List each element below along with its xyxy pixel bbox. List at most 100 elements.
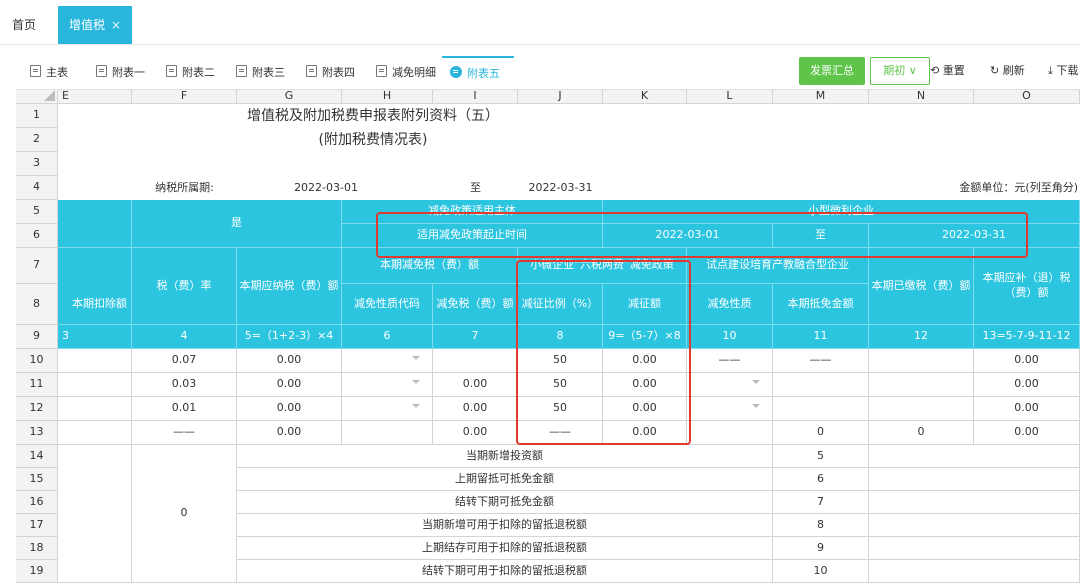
row-header[interactable]: 10 bbox=[16, 349, 58, 373]
col-header[interactable]: J bbox=[518, 90, 603, 104]
col-header[interactable]: H bbox=[342, 90, 433, 104]
initial-dropdown[interactable]: 期初 ∨ bbox=[870, 57, 930, 85]
col-number: 10 bbox=[687, 325, 773, 349]
row-header[interactable]: 1 bbox=[16, 104, 58, 128]
supplement-cell[interactable]: 0.00 bbox=[974, 421, 1080, 445]
row-header[interactable]: 19 bbox=[16, 560, 58, 583]
tab-vat[interactable]: 增值税 × bbox=[58, 6, 132, 44]
row-header[interactable]: 18 bbox=[16, 537, 58, 560]
row-header[interactable]: 14 bbox=[16, 445, 58, 468]
supplement-cell[interactable]: 0.00 bbox=[974, 397, 1080, 421]
payable-cell[interactable]: 0.00 bbox=[237, 421, 342, 445]
row-header[interactable]: 8 bbox=[16, 284, 58, 325]
reduction-code-select[interactable] bbox=[342, 397, 433, 421]
payable-cell[interactable]: 0.00 bbox=[237, 373, 342, 397]
row-header[interactable]: 15 bbox=[16, 468, 58, 491]
pilot-amount-cell[interactable] bbox=[773, 397, 869, 421]
col-header[interactable]: I bbox=[433, 90, 518, 104]
tab-label: 附表四 bbox=[322, 66, 355, 79]
tab-home[interactable]: 首页 bbox=[0, 6, 48, 44]
applicable-flag[interactable]: 是 bbox=[132, 200, 342, 248]
download-button[interactable]: ⤓ 下载 bbox=[1048, 57, 1080, 85]
data-cell[interactable] bbox=[58, 373, 132, 397]
rate-cell[interactable]: 0.07 bbox=[132, 349, 237, 373]
reset-button[interactable]: ⟲ 重置 bbox=[930, 57, 965, 85]
row-header[interactable]: 6 bbox=[16, 224, 58, 248]
lower-input[interactable] bbox=[869, 491, 1080, 514]
col-header[interactable]: N bbox=[869, 90, 974, 104]
col-number: 7 bbox=[433, 325, 518, 349]
col-header[interactable]: G bbox=[237, 90, 342, 104]
col-number: 4 bbox=[132, 325, 237, 349]
pilot-nature-select[interactable] bbox=[687, 373, 773, 397]
row-header[interactable]: 5 bbox=[16, 200, 58, 224]
pilot-amount-cell[interactable] bbox=[773, 373, 869, 397]
row-header[interactable]: 9 bbox=[16, 325, 58, 349]
corner-cell[interactable] bbox=[16, 90, 58, 104]
reduction-amount-cell[interactable]: 0.00 bbox=[433, 397, 518, 421]
reduction-amount-cell[interactable] bbox=[433, 349, 518, 373]
rate-cell[interactable]: 0.03 bbox=[132, 373, 237, 397]
col-number: 5=（1+2-3）×4 bbox=[237, 325, 342, 349]
pilot-nature-select[interactable] bbox=[687, 397, 773, 421]
paid-cell[interactable]: 0 bbox=[869, 421, 974, 445]
tab-main[interactable]: 主表 bbox=[30, 56, 68, 89]
rate-cell[interactable]: 0.01 bbox=[132, 397, 237, 421]
refresh-button[interactable]: ↻ 刷新 bbox=[990, 57, 1025, 85]
row-header[interactable]: 12 bbox=[16, 397, 58, 421]
rate-cell[interactable]: —— bbox=[132, 421, 237, 445]
col-header[interactable]: F bbox=[132, 90, 237, 104]
invoice-summary-button[interactable]: 发票汇总 bbox=[799, 57, 865, 85]
row-header[interactable]: 17 bbox=[16, 514, 58, 537]
tab-schedule-1[interactable]: 附表一 bbox=[96, 56, 145, 89]
payable-cell[interactable]: 0.00 bbox=[237, 397, 342, 421]
paid-cell[interactable] bbox=[869, 373, 974, 397]
tab-schedule-3[interactable]: 附表三 bbox=[236, 56, 285, 89]
paid-cell[interactable] bbox=[869, 349, 974, 373]
reduction-amount-cell[interactable]: 0.00 bbox=[433, 373, 518, 397]
reduction-code-cell[interactable] bbox=[342, 421, 433, 445]
lower-input[interactable] bbox=[869, 445, 1080, 468]
reduction-code-select[interactable] bbox=[342, 373, 433, 397]
data-cell[interactable] bbox=[58, 421, 132, 445]
row-header[interactable]: 13 bbox=[16, 421, 58, 445]
payable-cell[interactable]: 0.00 bbox=[237, 349, 342, 373]
col-header[interactable]: M bbox=[773, 90, 869, 104]
tab-schedule-2[interactable]: 附表二 bbox=[166, 56, 215, 89]
reduction-amount-cell[interactable]: 0.00 bbox=[433, 421, 518, 445]
row-header[interactable]: 3 bbox=[16, 152, 58, 176]
row-header[interactable]: 16 bbox=[16, 491, 58, 514]
lower-input[interactable] bbox=[869, 468, 1080, 491]
col-header[interactable]: K bbox=[603, 90, 687, 104]
period-start[interactable]: 2022-03-01 bbox=[237, 176, 362, 200]
col-header[interactable]: O bbox=[974, 90, 1080, 104]
supplement-cell[interactable]: 0.00 bbox=[974, 373, 1080, 397]
tab-schedule-5[interactable]: 附表五 bbox=[442, 56, 514, 87]
row-header[interactable]: 4 bbox=[16, 176, 58, 200]
lower-input[interactable] bbox=[869, 514, 1080, 537]
lower-input[interactable] bbox=[869, 560, 1080, 583]
lower-value-cell[interactable]: 0 bbox=[132, 445, 237, 583]
close-icon[interactable]: × bbox=[111, 18, 121, 32]
tab-reduction-detail[interactable]: 减免明细 bbox=[376, 56, 436, 89]
period-end[interactable]: 2022-03-31 bbox=[518, 176, 603, 200]
row-header[interactable]: 2 bbox=[16, 128, 58, 152]
data-cell[interactable] bbox=[58, 349, 132, 373]
sheet-title: 增值税及附加税费申报表附列资料（五） bbox=[58, 104, 688, 128]
col-header[interactable]: L bbox=[687, 90, 773, 104]
refresh-label: 刷新 bbox=[1002, 64, 1025, 77]
col-header[interactable]: E bbox=[58, 90, 132, 104]
pilot-nature-cell[interactable]: —— bbox=[687, 349, 773, 373]
supplement-cell[interactable]: 0.00 bbox=[974, 349, 1080, 373]
data-cell[interactable] bbox=[58, 397, 132, 421]
tab-schedule-4[interactable]: 附表四 bbox=[306, 56, 355, 89]
lower-input[interactable] bbox=[869, 537, 1080, 560]
pilot-amount-cell[interactable]: 0 bbox=[773, 421, 869, 445]
reduction-code-select[interactable] bbox=[342, 349, 433, 373]
row-header[interactable]: 7 bbox=[16, 248, 58, 284]
row-header[interactable]: 11 bbox=[16, 373, 58, 397]
pilot-amount-cell[interactable]: —— bbox=[773, 349, 869, 373]
data-cell[interactable] bbox=[58, 445, 132, 583]
pilot-nature-cell[interactable] bbox=[687, 421, 773, 445]
paid-cell[interactable] bbox=[869, 397, 974, 421]
